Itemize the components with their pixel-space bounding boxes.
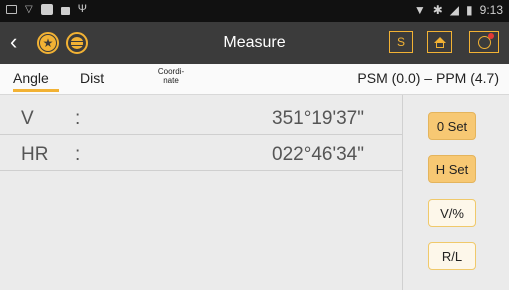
back-icon[interactable]: ‹ [10, 31, 30, 55]
reading-value: 351°19'37" [272, 108, 364, 129]
zero-set-button[interactable]: 0 Set [428, 112, 476, 140]
s-button-label: S [396, 35, 405, 49]
r-l-button[interactable]: R/L [428, 242, 476, 270]
reading-colon: : [75, 144, 81, 165]
home-button[interactable] [427, 31, 452, 53]
reading-row-v: V : 351°19'37" [0, 104, 402, 135]
bluetooth-icon: ✱ [432, 3, 443, 17]
status-bar: ▽ Ψ ▼ ✱ ◢ ▮ 9:13 [0, 0, 509, 22]
reading-label: V [21, 108, 34, 129]
tab-bar: Angle Dist Coordi- nate PSM (0.0) – PPM … [0, 64, 509, 95]
reading-colon: : [75, 108, 81, 129]
battery-icon: ▮ [466, 3, 473, 17]
wifi-icon: ▽ [25, 4, 33, 15]
app-bar: Measure ‹ ★ S [0, 22, 509, 64]
target-icon [477, 32, 494, 49]
usb-icon: Ψ [77, 3, 87, 15]
status-right-icons: ▼ ✱ ◢ ▮ 9:13 [414, 3, 503, 17]
star-icon: ★ [40, 35, 56, 51]
database-button[interactable] [66, 32, 88, 54]
measurement-panel: V : 351°19'37" HR : 022°46'34" [0, 95, 402, 290]
reading-label: HR [21, 144, 49, 165]
signal-icon: ◢ [449, 3, 460, 17]
reading-value: 022°46'34" [272, 144, 364, 165]
tab-coordinate[interactable]: Coordi- nate [157, 67, 185, 95]
home-icon [433, 36, 446, 48]
tab-dist[interactable]: Dist [80, 64, 104, 92]
status-left-icons: ▽ Ψ [6, 4, 87, 15]
image-icon [6, 5, 17, 14]
database-icon [71, 37, 83, 49]
target-button[interactable] [469, 31, 499, 53]
lock-icon [60, 7, 70, 15]
psm-ppm-readout: PSM (0.0) – PPM (4.7) [357, 70, 499, 86]
h-set-button[interactable]: H Set [428, 155, 476, 183]
favorite-button[interactable]: ★ [37, 32, 59, 54]
v-percent-button[interactable]: V/% [428, 199, 476, 227]
tab-angle[interactable]: Angle [13, 64, 59, 92]
reading-row-hr: HR : 022°46'34" [0, 140, 402, 171]
action-panel: 0 Set H Set V/% R/L [403, 95, 509, 290]
app-icon [40, 4, 53, 15]
s-button[interactable]: S [389, 31, 413, 53]
status-time: 9:13 [479, 3, 503, 17]
location-icon: ▼ [413, 3, 426, 17]
